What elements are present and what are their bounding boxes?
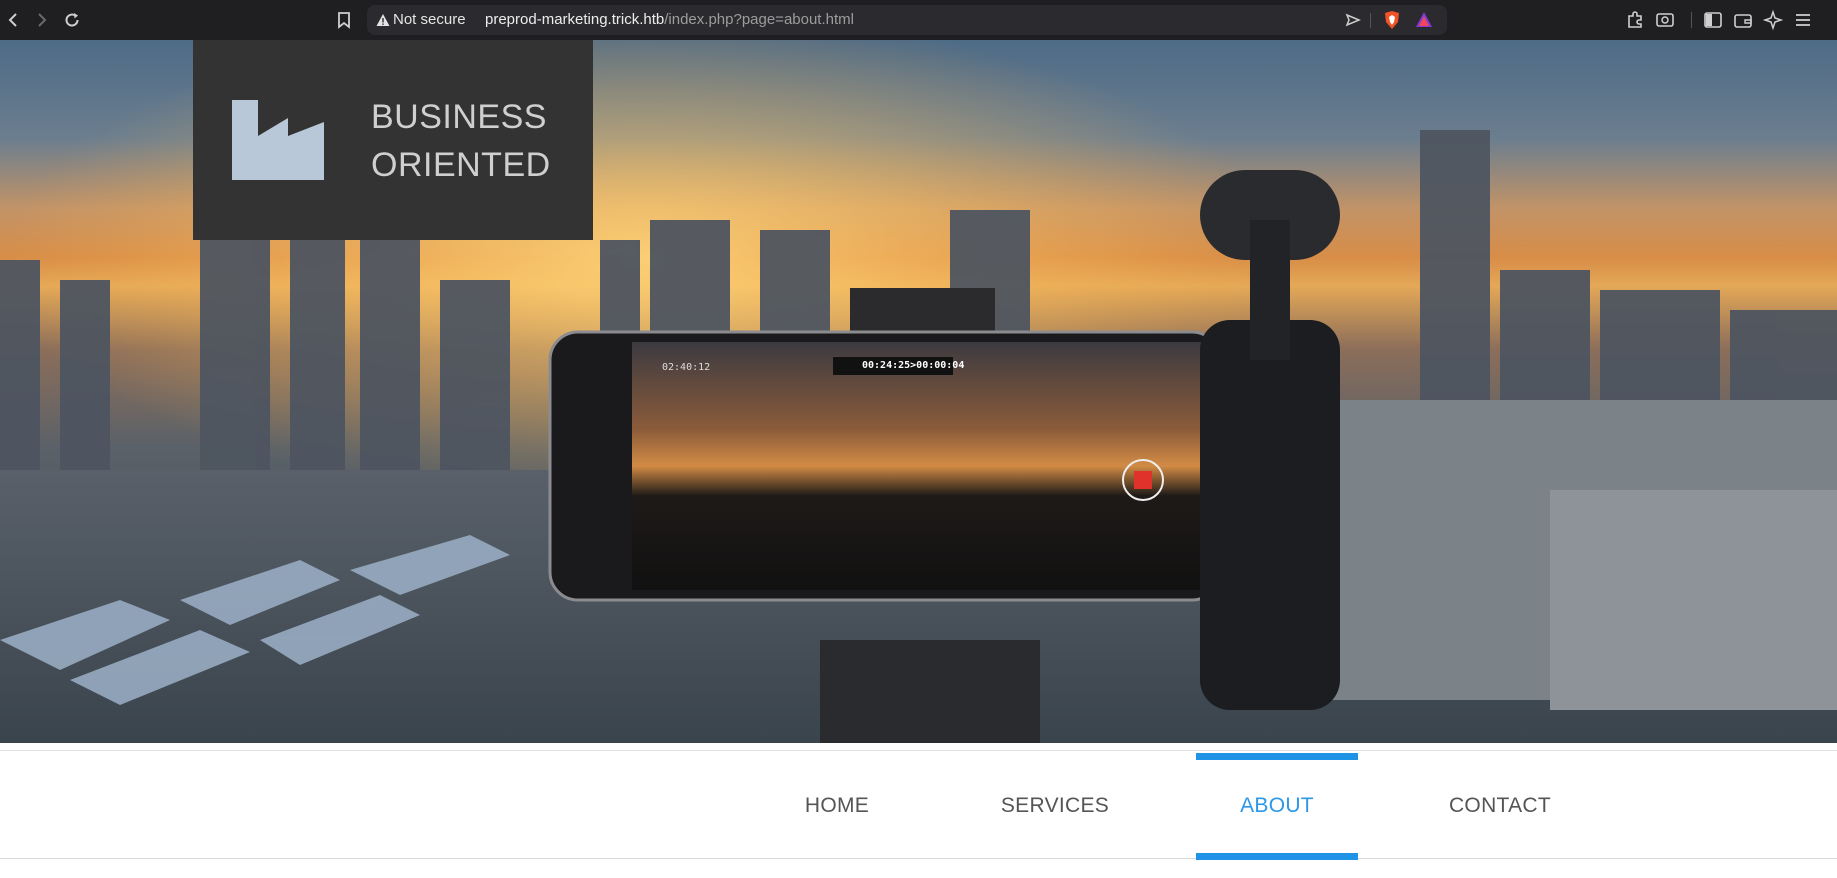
share-icon[interactable] <box>1345 12 1361 28</box>
leo-sparkle-icon[interactable] <box>1763 10 1783 30</box>
logo-text: BUSINESS ORIENTED <box>371 93 551 189</box>
wallet-icon[interactable] <box>1733 10 1753 30</box>
logo-line-1: BUSINESS <box>371 98 547 136</box>
address-bar[interactable]: Not secure preprod-marketing.trick.htb/i… <box>367 5 1447 35</box>
security-label[interactable]: Not secure <box>393 11 466 29</box>
brave-shield-icon[interactable] <box>1383 10 1401 30</box>
sidebar-icon[interactable] <box>1703 10 1723 30</box>
nav-about[interactable]: ABOUT <box>1196 751 1358 860</box>
reload-icon[interactable] <box>62 10 82 30</box>
logo-line-2: ORIENTED <box>371 146 551 184</box>
url-host: preprod-marketing.trick.htb <box>485 11 665 28</box>
leo-ai-icon[interactable] <box>1655 10 1675 30</box>
url-path: /index.php?page=about.html <box>664 11 854 28</box>
bookmark-icon[interactable] <box>334 10 354 30</box>
nav-home[interactable]: HOME <box>780 751 894 860</box>
nav-contact[interactable]: CONTACT <box>1440 751 1560 860</box>
screen-timer-center: 00:24:25>00:00:04 <box>862 360 965 371</box>
menu-icon[interactable] <box>1793 10 1813 30</box>
forward-icon[interactable] <box>32 10 52 30</box>
screen-timer-left: 02:40:12 <box>662 362 711 373</box>
extensions-icon[interactable] <box>1625 10 1645 30</box>
url-text[interactable]: preprod-marketing.trick.htb/index.php?pa… <box>485 11 854 29</box>
back-icon[interactable] <box>3 10 23 30</box>
main-nav: HOME SERVICES ABOUT CONTACT <box>0 750 1837 860</box>
nav-services[interactable]: SERVICES <box>990 751 1120 860</box>
toolbar-separator <box>1691 12 1692 28</box>
brave-rewards-icon[interactable] <box>1415 11 1433 29</box>
factory-icon <box>232 100 324 180</box>
browser-toolbar: Not secure preprod-marketing.trick.htb/i… <box>0 0 1837 40</box>
site-logo[interactable]: BUSINESS ORIENTED <box>193 40 593 240</box>
address-separator <box>1370 13 1371 28</box>
warning-icon <box>376 13 390 27</box>
